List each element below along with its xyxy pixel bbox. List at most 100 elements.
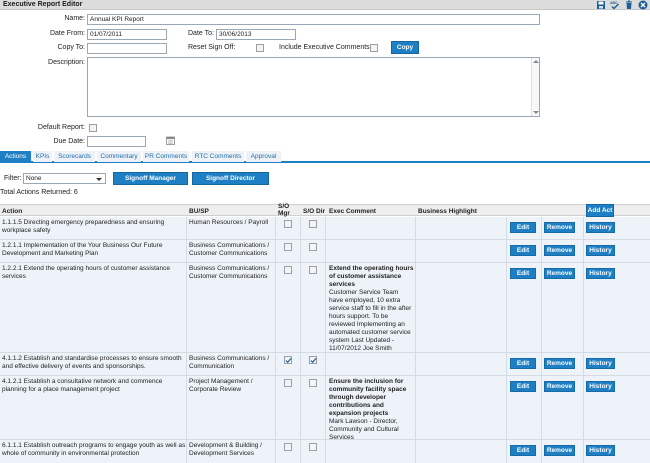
description-textarea[interactable] [87, 57, 540, 117]
signoff-manager-button[interactable]: Signoff Manager [113, 172, 188, 185]
column-divider [300, 440, 301, 463]
signoff-manager-checkbox[interactable] [284, 243, 292, 251]
remove-button[interactable]: Remove [544, 445, 575, 456]
window-title: Executive Report Editor [3, 1, 83, 8]
column-divider [300, 240, 301, 262]
tab-commentary[interactable]: Commentary [97, 151, 141, 162]
column-divider [506, 353, 507, 375]
tab-approval[interactable]: Approval [246, 151, 281, 162]
exec-comment-cell: Extend the operating hours of customer a… [329, 265, 414, 361]
edit-button[interactable]: Edit [510, 222, 536, 233]
default-report-checkbox[interactable] [89, 124, 97, 132]
action-cell: 1.1.1.5 Directing emergency preparedness… [2, 219, 165, 234]
signoff-director-checkbox[interactable] [309, 266, 317, 274]
history-button[interactable]: History [586, 245, 615, 256]
history-button[interactable]: History [586, 222, 615, 233]
column-divider [325, 217, 326, 239]
column-divider [415, 353, 416, 375]
signoff-manager-checkbox[interactable] [284, 220, 292, 228]
bu-sp-cell: Development & Building / Development Ser… [189, 442, 262, 457]
header-so-dir: S/O Dir [303, 208, 326, 215]
remove-button[interactable]: Remove [544, 245, 575, 256]
action-cell: 4.1.2.1 Establish a consultative network… [2, 378, 163, 393]
name-field[interactable]: Annual KPI Report [87, 14, 540, 25]
remove-button[interactable]: Remove [544, 358, 575, 369]
signoff-manager-checkbox[interactable] [284, 356, 292, 364]
edit-button[interactable]: Edit [510, 445, 536, 456]
column-divider [300, 353, 301, 375]
tab-rtc-comments[interactable]: RTC Comments [192, 151, 244, 162]
tab-scorecards[interactable]: Scorecards [54, 151, 95, 162]
signoff-manager-checkbox[interactable] [284, 443, 292, 451]
scroll-up-icon[interactable] [533, 60, 539, 63]
column-divider [186, 440, 187, 463]
header-business-highlight: Business Highlight [418, 208, 477, 215]
exec-comment-text: Mark Lawson - Director, Community and Cu… [329, 418, 399, 441]
action-cell: 1.2.1.1 Implementation of the Your Busin… [2, 242, 163, 257]
due-date-field[interactable] [87, 136, 146, 147]
signoff-manager-checkbox[interactable] [284, 379, 292, 387]
reset-signoff-checkbox[interactable] [256, 44, 264, 52]
delete-icon[interactable] [624, 0, 634, 10]
action-cell: 4.1.1.2 Establish and standardise proces… [2, 355, 182, 370]
column-divider [186, 240, 187, 262]
include-exec-comments-checkbox[interactable] [370, 44, 378, 52]
save-icon[interactable] [596, 0, 606, 10]
tab-actions[interactable]: Actions [0, 151, 31, 162]
column-divider [275, 217, 276, 239]
description-scrollbar[interactable] [531, 58, 539, 116]
column-divider [300, 217, 301, 239]
signoff-director-checkbox[interactable] [309, 443, 317, 451]
bu-sp-cell: Business Communications / Customer Commu… [189, 265, 270, 280]
signoff-director-checkbox[interactable] [309, 379, 317, 387]
filter-select-value: None [26, 175, 42, 182]
column-divider [325, 440, 326, 463]
remove-button[interactable]: Remove [544, 222, 575, 233]
bu-sp-cell: Project Management / Corporate Review [189, 378, 253, 393]
signoff-manager-checkbox[interactable] [284, 266, 292, 274]
column-divider [541, 240, 542, 262]
signoff-director-checkbox[interactable] [309, 243, 317, 251]
signoff-director-button[interactable]: Signoff Director [192, 172, 269, 185]
column-divider [186, 353, 187, 375]
column-divider [583, 376, 584, 439]
column-divider [325, 240, 326, 262]
history-button[interactable]: History [586, 268, 615, 279]
column-divider [583, 263, 584, 352]
scroll-down-icon[interactable] [533, 111, 539, 114]
filter-select[interactable]: None [23, 173, 106, 184]
remove-button[interactable]: Remove [544, 381, 575, 392]
column-divider [506, 217, 507, 239]
history-button[interactable]: History [586, 381, 615, 392]
copy-button[interactable]: Copy [391, 41, 419, 54]
history-button[interactable]: History [586, 358, 615, 369]
column-divider [275, 440, 276, 463]
spellcheck-icon[interactable]: ABC [610, 0, 620, 10]
column-divider [300, 263, 301, 352]
edit-button[interactable]: Edit [510, 381, 536, 392]
history-button[interactable]: History [586, 445, 615, 456]
add-action-button[interactable]: Add Act [586, 204, 614, 217]
edit-button[interactable]: Edit [510, 358, 536, 369]
close-icon[interactable] [638, 0, 648, 10]
column-divider [506, 240, 507, 262]
signoff-director-checkbox[interactable] [309, 356, 317, 364]
date-to-field[interactable]: 30/06/2013 [216, 29, 296, 40]
tab-pr-comments[interactable]: PR Comments [143, 151, 189, 162]
column-divider [506, 376, 507, 439]
reset-signoff-label: Reset Sign Off: [188, 44, 236, 51]
exec-comment-title: Extend the operating hours of customer a… [329, 265, 414, 288]
copy-to-field[interactable] [87, 43, 167, 54]
table-row: 1.2.1.1 Implementation of the Your Busin… [0, 240, 650, 263]
tab-kpis[interactable]: KPIs [33, 151, 52, 162]
edit-button[interactable]: Edit [510, 245, 536, 256]
description-label: Description: [48, 59, 85, 66]
calendar-icon[interactable] [166, 136, 175, 145]
signoff-director-checkbox[interactable] [309, 220, 317, 228]
column-divider [541, 263, 542, 352]
remove-button[interactable]: Remove [544, 268, 575, 279]
check-icon [310, 357, 317, 364]
edit-button[interactable]: Edit [510, 268, 536, 279]
date-from-field[interactable]: 01/07/2011 [87, 29, 167, 40]
date-from-label: Date From: [49, 30, 85, 37]
